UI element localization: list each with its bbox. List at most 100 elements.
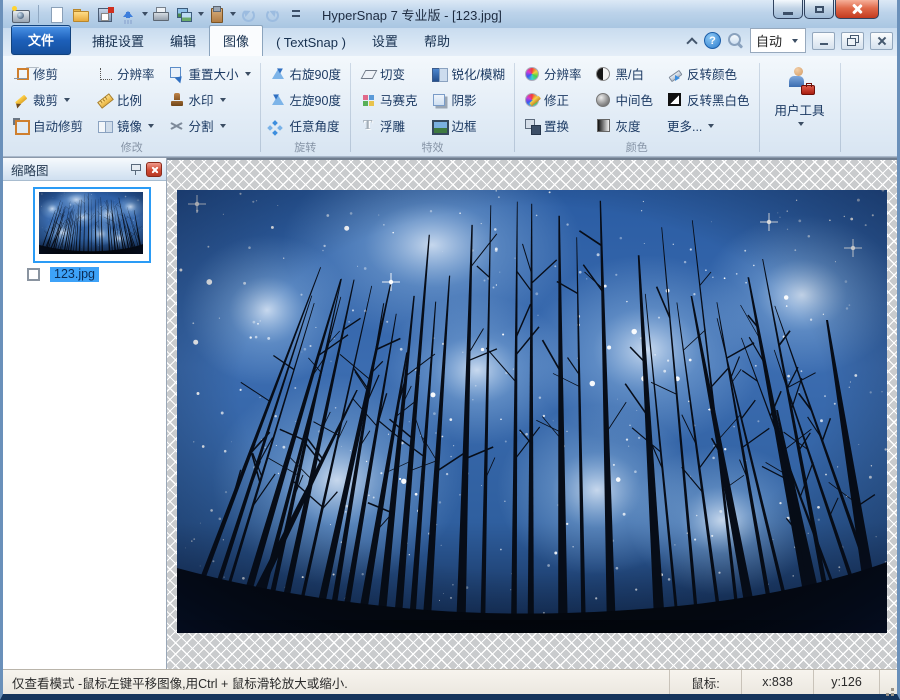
shadow-button[interactable]: 阴影	[429, 89, 506, 110]
cut-crop-button[interactable]: 裁剪	[11, 89, 85, 110]
border-frame-label: 边框	[451, 116, 476, 135]
document-restore-icon	[847, 35, 859, 46]
watermark-caret-icon	[220, 98, 226, 102]
redo-button[interactable]	[260, 3, 284, 25]
color-resolution-button[interactable]: 分辨率	[522, 63, 584, 84]
emboss-button[interactable]: 浮雕	[358, 115, 420, 136]
rotate-right-90-button[interactable]: 右旋90度	[268, 63, 343, 84]
mirror-label: 镜像	[117, 116, 142, 135]
rotate-any-angle-button[interactable]: 任意角度	[268, 115, 343, 136]
image-viewport[interactable]	[177, 190, 887, 633]
print-button[interactable]	[148, 3, 172, 25]
zoom-mode-select[interactable]: 自动	[750, 28, 806, 53]
group-label-modify: 修改	[11, 136, 253, 158]
rotate-any-angle-icon	[270, 118, 286, 134]
group-label-rotate: 旋转	[268, 136, 343, 158]
tab-settings[interactable]: 设置	[359, 26, 411, 56]
shear-button[interactable]: 切变	[358, 63, 420, 84]
app-menu-button[interactable]	[9, 3, 33, 25]
ribbon: 修剪 分辨率 重置大小 裁剪 比例 水印 自动修剪 镜像 分割 修改 右旋90度…	[3, 56, 897, 157]
tab-image[interactable]: 图像	[209, 25, 263, 56]
group-separator	[514, 63, 515, 152]
resize-grip[interactable]	[879, 670, 897, 694]
save-button[interactable]	[92, 3, 116, 25]
mirror-button[interactable]: 镜像	[95, 115, 157, 136]
new-file-button[interactable]	[44, 3, 68, 25]
midtone-button[interactable]: 中间色	[593, 89, 655, 110]
auto-crop-label: 自动修剪	[33, 116, 83, 135]
group-label-effects: 特效	[358, 136, 507, 158]
border-frame-button[interactable]: 边框	[429, 115, 506, 136]
grayscale-button[interactable]: 灰度	[593, 115, 655, 136]
group-separator	[840, 63, 841, 152]
paste-button[interactable]	[204, 3, 228, 25]
titlebar: HyperSnap 7 专业版 - [123.jpg]	[3, 0, 897, 28]
more-colors-caret-icon	[708, 124, 714, 128]
auto-crop-button[interactable]: 自动修剪	[11, 115, 85, 136]
close-button[interactable]	[835, 0, 879, 19]
zoom-mode-value: 自动	[756, 31, 782, 50]
tab-capture-settings[interactable]: 捕捉设置	[79, 26, 157, 56]
tab-edit[interactable]: 编辑	[157, 26, 209, 56]
tab-file[interactable]: 文件	[11, 25, 71, 55]
copy-capture-button[interactable]	[172, 3, 196, 25]
replace-button[interactable]: 置换	[522, 115, 584, 136]
ribbon-group-color: 分辨率 黑/白 反转颜色 修正 中间色 反转黑白色 置换 灰度 更多... 颜色	[516, 61, 758, 156]
tab-help[interactable]: 帮助	[411, 26, 463, 56]
zoom-magnifier-icon[interactable]	[727, 32, 744, 49]
zoom-select-caret-icon	[792, 39, 798, 43]
mosaic-button[interactable]: 马赛克	[358, 89, 420, 110]
panel-close-button[interactable]	[146, 162, 162, 177]
thumbnail-image[interactable]	[33, 187, 151, 263]
thumbnail-checkbox[interactable]	[27, 268, 40, 281]
document-restore-button[interactable]	[841, 32, 864, 50]
shear-label: 切变	[380, 64, 405, 83]
sharpen-blur-button[interactable]: 锐化/模糊	[429, 63, 506, 84]
minimize-icon	[783, 12, 793, 15]
invert-black-white-button[interactable]: 反转黑白色	[665, 89, 752, 110]
scale-label: 比例	[117, 90, 142, 109]
scale-button[interactable]: 比例	[95, 89, 157, 110]
upload-button[interactable]	[116, 3, 140, 25]
rotate-left-90-button[interactable]: 左旋90度	[268, 89, 343, 110]
auto-crop-icon	[13, 118, 29, 134]
split-button[interactable]: 分割	[167, 115, 253, 136]
redo-icon	[264, 6, 280, 22]
save-icon	[96, 6, 112, 22]
black-white-label: 黑/白	[615, 64, 643, 83]
invert-black-white-icon	[668, 93, 681, 106]
user-tools-button[interactable]: 用户工具	[767, 63, 833, 126]
sharpen-blur-icon	[431, 66, 447, 82]
resolution-button[interactable]: 分辨率	[95, 63, 157, 84]
open-file-button[interactable]	[68, 3, 92, 25]
mirror-icon	[97, 118, 113, 134]
black-white-button[interactable]: 黑/白	[593, 63, 655, 84]
resize-button[interactable]: 重置大小	[167, 63, 253, 84]
undo-button[interactable]	[236, 3, 260, 25]
toolbar-options-button[interactable]	[284, 3, 308, 25]
document-close-button[interactable]	[870, 32, 893, 50]
thumbnail-file-label[interactable]: 123.jpg	[50, 267, 99, 282]
resolution-guides-icon	[97, 66, 113, 82]
document-minimize-button[interactable]	[812, 32, 835, 50]
image-canvas[interactable]	[167, 158, 897, 669]
pin-icon[interactable]	[128, 162, 142, 176]
color-correct-button[interactable]: 修正	[522, 89, 584, 110]
help-icon[interactable]	[704, 32, 721, 49]
minimize-button[interactable]	[773, 0, 803, 19]
window-controls	[772, 0, 879, 19]
watermark-button[interactable]: 水印	[167, 89, 253, 110]
resize-label: 重置大小	[189, 64, 239, 83]
main-content: 缩略图 123.jpg	[3, 157, 897, 669]
grayscale-icon	[597, 119, 610, 132]
more-colors-button[interactable]: 更多...	[665, 115, 752, 136]
maximize-button[interactable]	[804, 0, 834, 19]
split-label: 分割	[189, 116, 214, 135]
crop-button[interactable]: 修剪	[11, 63, 85, 84]
rotate-right-label: 右旋90度	[290, 64, 341, 83]
collapse-ribbon-icon[interactable]	[686, 36, 698, 46]
invert-colors-button[interactable]: 反转颜色	[665, 63, 752, 84]
status-message: 仅查看模式 -鼠标左键平移图像,用Ctrl + 鼠标滑轮放大或缩小.	[3, 673, 669, 692]
emboss-icon	[360, 118, 376, 134]
tab-textsnap[interactable]: ( TextSnap )	[263, 30, 359, 56]
